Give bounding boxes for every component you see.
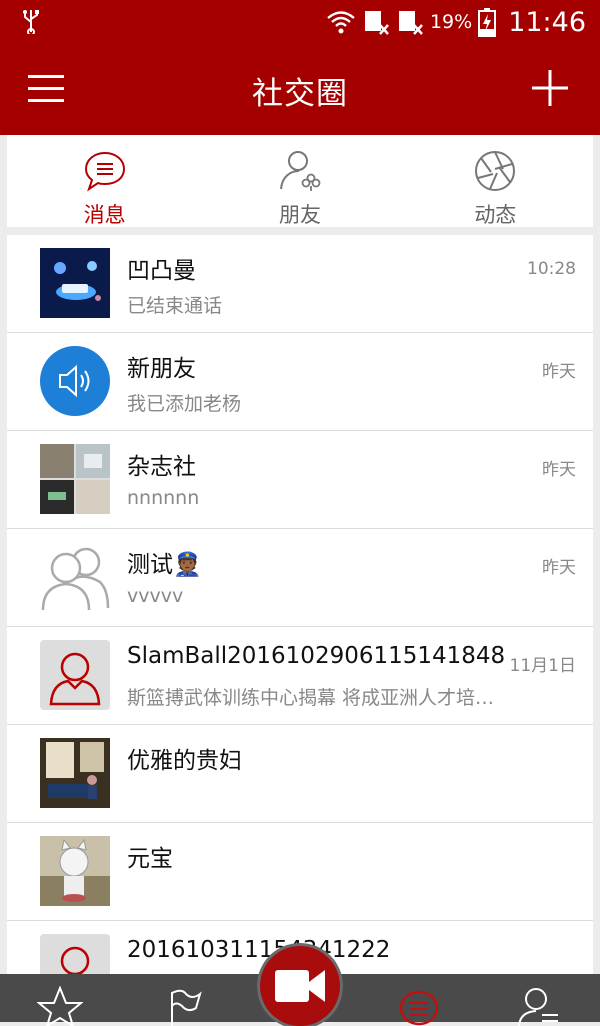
tab-moments-label: 动态: [474, 203, 517, 227]
no-sim-icon: [364, 11, 389, 35]
conversation-list: 凹凸曼 已结束通话 10:28 新朋友 我已添加老杨 昨天 杂志社 nnnnnn…: [7, 235, 593, 1022]
chat-bubble-icon[interactable]: [396, 986, 442, 1026]
conversation-row[interactable]: 凹凸曼 已结束通话 10:28: [7, 235, 593, 333]
tab-friends-label: 朋友: [278, 203, 321, 227]
conversation-preview: 我已添加老杨: [127, 393, 242, 415]
avatar: [40, 738, 110, 808]
conversation-preview: 已结束通话: [127, 295, 223, 317]
friends-icon: [279, 151, 321, 191]
conversation-name: 元宝: [127, 846, 173, 872]
tab-friends[interactable]: 朋友: [202, 135, 397, 227]
conversation-preview: vvvvv: [127, 585, 184, 607]
conversation-row[interactable]: SlamBall2016102906115141848 斯篮搏武体训练中心揭幕 …: [7, 627, 593, 725]
conversation-time: 昨天: [542, 460, 576, 480]
conversation-row[interactable]: 元宝: [7, 823, 593, 921]
tab-bar: 消息 朋友 动态: [7, 135, 593, 227]
conversation-preview: nnnnnn: [127, 487, 200, 509]
clock: 11:46: [508, 6, 586, 38]
conversation-row[interactable]: 新朋友 我已添加老杨 昨天: [7, 333, 593, 431]
conversation-preview: 斯篮搏武体训练中心揭幕 将成亚洲人才培养基地: [127, 687, 508, 709]
tab-messages-label: 消息: [83, 203, 126, 227]
chat-bubble-icon: [84, 151, 125, 192]
conversation-time: 11月1日: [509, 656, 576, 676]
tab-moments[interactable]: 动态: [398, 135, 593, 227]
conversation-time: 昨天: [542, 362, 576, 382]
conversation-row[interactable]: 测试👮🏾 vvvvv 昨天: [7, 529, 593, 627]
aperture-icon: [475, 151, 516, 191]
add-icon[interactable]: [532, 70, 568, 106]
conversation-time: 10:28: [527, 259, 576, 279]
usb-icon: [23, 10, 39, 34]
flag-icon[interactable]: [160, 986, 206, 1026]
person-avatar-icon: [40, 640, 110, 710]
conversation-name: 测试👮🏾: [127, 552, 202, 578]
avatar: [40, 444, 110, 514]
conversation-time: 昨天: [542, 558, 576, 578]
star-icon[interactable]: [37, 986, 83, 1026]
video-call-button[interactable]: [260, 946, 340, 1026]
status-bar: 19% 11:46: [0, 0, 600, 44]
tab-messages[interactable]: 消息: [7, 135, 202, 227]
group-avatar-icon: [41, 547, 110, 611]
conversation-name: 杂志社: [127, 454, 196, 480]
conversation-row[interactable]: 杂志社 nnnnnn 昨天: [7, 431, 593, 529]
conversation-name: SlamBall2016102906115141848: [127, 643, 506, 669]
no-sim-icon-2: [398, 11, 423, 35]
wifi-icon: [327, 11, 355, 34]
speaker-icon: [40, 346, 110, 416]
avatar: [40, 836, 110, 906]
page-title: 社交圈: [252, 76, 348, 112]
avatar: [40, 248, 110, 318]
conversation-name: 优雅的贵妇: [127, 748, 242, 774]
video-camera-icon: [275, 970, 325, 1002]
app-header: 社交圈: [0, 44, 600, 135]
conversation-name: 凹凸曼: [127, 258, 196, 284]
profile-icon[interactable]: [516, 986, 562, 1026]
conversation-name: 新朋友: [127, 356, 196, 382]
conversation-row[interactable]: 优雅的贵妇: [7, 725, 593, 823]
battery-charging-icon: [478, 8, 497, 37]
battery-percent: 19%: [429, 11, 473, 33]
